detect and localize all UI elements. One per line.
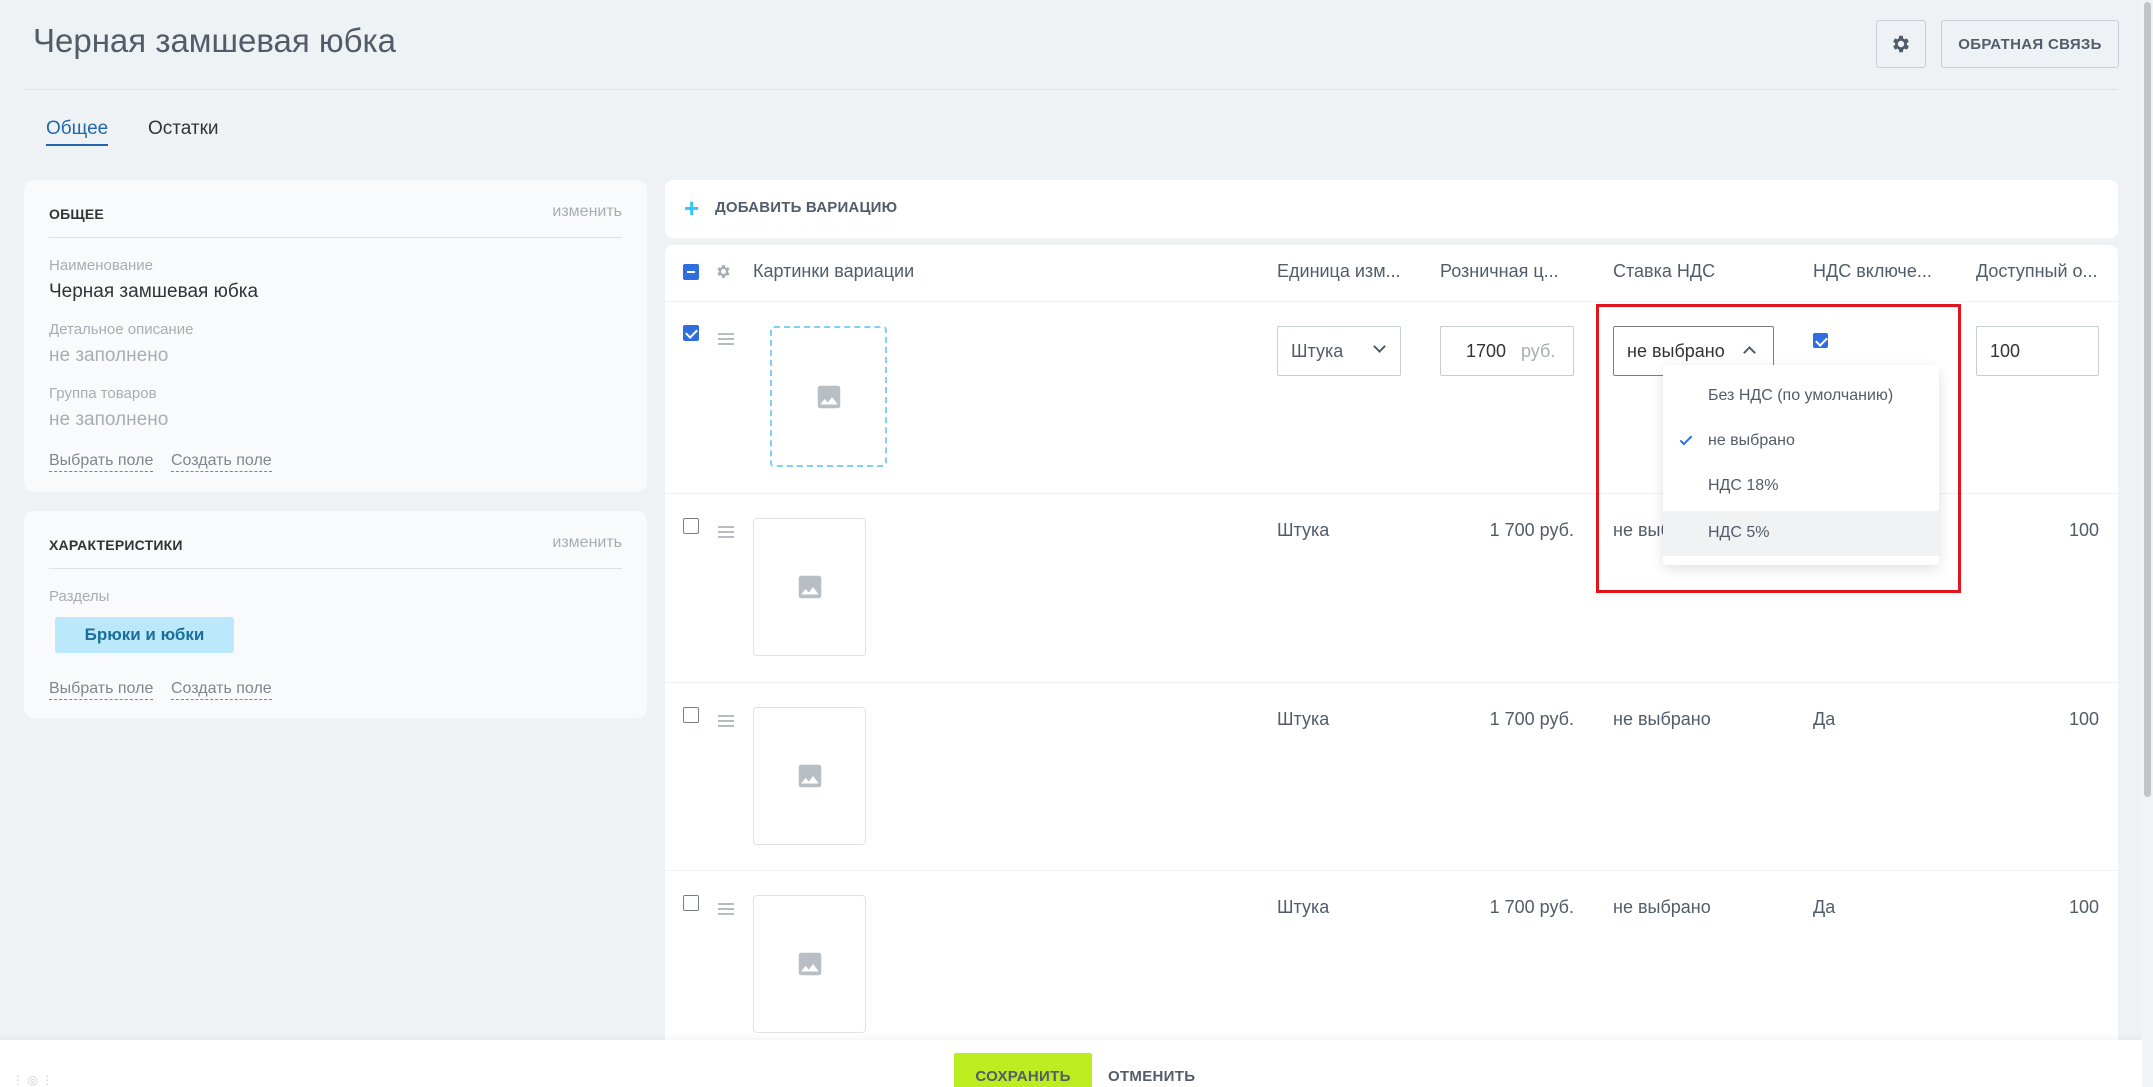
unit-cell[interactable]: Штука <box>1277 897 1329 918</box>
price-currency: руб. <box>1521 341 1556 361</box>
properties-card: ХАРАКТЕРИСТИКИ изменить Разделы Брюки и … <box>24 511 647 718</box>
properties-card-divider <box>49 568 622 569</box>
properties-card-heading: ХАРАКТЕРИСТИКИ <box>49 537 183 553</box>
row-divider <box>665 301 2118 302</box>
row-checkbox[interactable] <box>683 707 699 723</box>
drag-handle-icon[interactable] <box>718 526 734 538</box>
group-label: Группа товаров <box>49 385 157 402</box>
annotation-highlight-box <box>1596 304 1961 593</box>
sections-label: Разделы <box>49 588 110 605</box>
settings-button[interactable] <box>1876 20 1926 68</box>
unit-select-value: Штука <box>1291 341 1344 361</box>
create-field-link[interactable]: Создать поле <box>171 679 272 700</box>
choose-field-link[interactable]: Выбрать поле <box>49 679 154 700</box>
general-edit-link[interactable]: изменить <box>552 203 622 221</box>
description-label: Детальное описание <box>49 321 194 338</box>
vat-included-cell[interactable]: Да <box>1813 897 1835 918</box>
available-input[interactable]: 100 <box>1976 326 2099 376</box>
cancel-button[interactable]: ОТМЕНИТЬ <box>1108 1068 1195 1085</box>
vat-rate-cell[interactable]: не выбрано <box>1613 897 1711 918</box>
price-cell[interactable]: 1 700 руб. <box>1440 897 1574 918</box>
row-divider <box>665 682 2118 683</box>
save-button[interactable]: СОХРАНИТЬ <box>954 1053 1092 1087</box>
tab-stock[interactable]: Остатки <box>148 118 219 140</box>
feedback-button[interactable]: ОБРАТНАЯ СВЯЗЬ <box>1941 20 2119 68</box>
drag-handle-icon[interactable] <box>718 715 734 727</box>
image-placeholder-icon <box>798 952 821 976</box>
row-checkbox[interactable] <box>683 895 699 911</box>
price-cell[interactable]: 1 700 руб. <box>1440 520 1574 541</box>
tab-general[interactable]: Общее <box>46 118 109 146</box>
section-tag[interactable]: Брюки и юбки <box>55 617 234 653</box>
column-header-images[interactable]: Картинки вариации <box>753 261 914 282</box>
page-scrollbar[interactable] <box>2142 0 2153 1087</box>
select-all-checkbox[interactable] <box>683 264 699 280</box>
general-card-divider <box>49 237 622 238</box>
available-cell[interactable]: 100 <box>1976 520 2099 541</box>
general-card: ОБЩЕЕ изменить Наименование Черная замше… <box>24 180 647 492</box>
column-header-available[interactable]: Доступный о... <box>1976 261 2098 282</box>
add-variation-bar[interactable]: + ДОБАВИТЬ ВАРИАЦИЮ <box>665 180 2118 238</box>
column-header-unit[interactable]: Единица изм... <box>1277 261 1401 282</box>
name-value[interactable]: Черная замшевая юбка <box>49 281 258 303</box>
image-placeholder-icon <box>798 575 821 599</box>
drag-handle-icon[interactable] <box>718 903 734 915</box>
unit-select[interactable]: Штука <box>1277 326 1401 376</box>
image-placeholder-icon <box>817 385 840 408</box>
row-checkbox[interactable] <box>683 325 699 341</box>
variation-image[interactable] <box>753 895 866 1033</box>
gear-icon <box>1893 35 1909 53</box>
image-placeholder-icon <box>798 764 821 788</box>
plus-icon: + <box>684 193 700 223</box>
unit-cell[interactable]: Штука <box>1277 520 1329 541</box>
add-variation-label: ДОБАВИТЬ ВАРИАЦИЮ <box>715 199 898 216</box>
variation-image[interactable] <box>753 518 866 656</box>
image-upload-dropzone[interactable] <box>770 326 887 467</box>
price-cell[interactable]: 1 700 руб. <box>1440 709 1574 730</box>
chevron-down-icon <box>1373 340 1386 353</box>
unit-cell[interactable]: Штука <box>1277 709 1329 730</box>
column-header-vat-included[interactable]: НДС включе... <box>1813 261 1932 282</box>
choose-field-link[interactable]: Выбрать поле <box>49 451 154 472</box>
row-divider <box>665 870 2118 871</box>
name-label: Наименование <box>49 257 153 274</box>
general-card-heading: ОБЩЕЕ <box>49 206 104 222</box>
description-value[interactable]: не заполнено <box>49 345 168 367</box>
header-divider <box>24 89 2118 90</box>
footer-bar: ⋮ ◎ ⋮ СОХРАНИТЬ ОТМЕНИТЬ <box>0 1040 2142 1087</box>
vat-included-cell[interactable]: Да <box>1813 709 1835 730</box>
price-input[interactable]: 1700 руб. <box>1440 326 1574 376</box>
column-header-vat-rate[interactable]: Ставка НДС <box>1613 261 1715 282</box>
column-header-price[interactable]: Розничная ц... <box>1440 261 1559 282</box>
scrollbar-thumb[interactable] <box>2144 2 2151 797</box>
page-title: Черная замшевая юбка <box>33 22 397 59</box>
variation-image[interactable] <box>753 707 866 845</box>
drag-handle-icon[interactable] <box>718 333 734 345</box>
vat-rate-cell[interactable]: не выбрано <box>1613 709 1711 730</box>
price-input-value: 1700 <box>1466 341 1507 361</box>
properties-edit-link[interactable]: изменить <box>552 534 622 552</box>
row-checkbox[interactable] <box>683 518 699 534</box>
create-field-link[interactable]: Создать поле <box>171 451 272 472</box>
available-cell[interactable]: 100 <box>1976 709 2099 730</box>
group-value[interactable]: не заполнено <box>49 409 168 431</box>
available-cell[interactable]: 100 <box>1976 897 2099 918</box>
available-input-value: 100 <box>1990 341 2021 361</box>
footer-tool-icons: ⋮ ◎ ⋮ <box>12 1073 54 1087</box>
column-settings-gear-icon[interactable] <box>715 263 732 280</box>
